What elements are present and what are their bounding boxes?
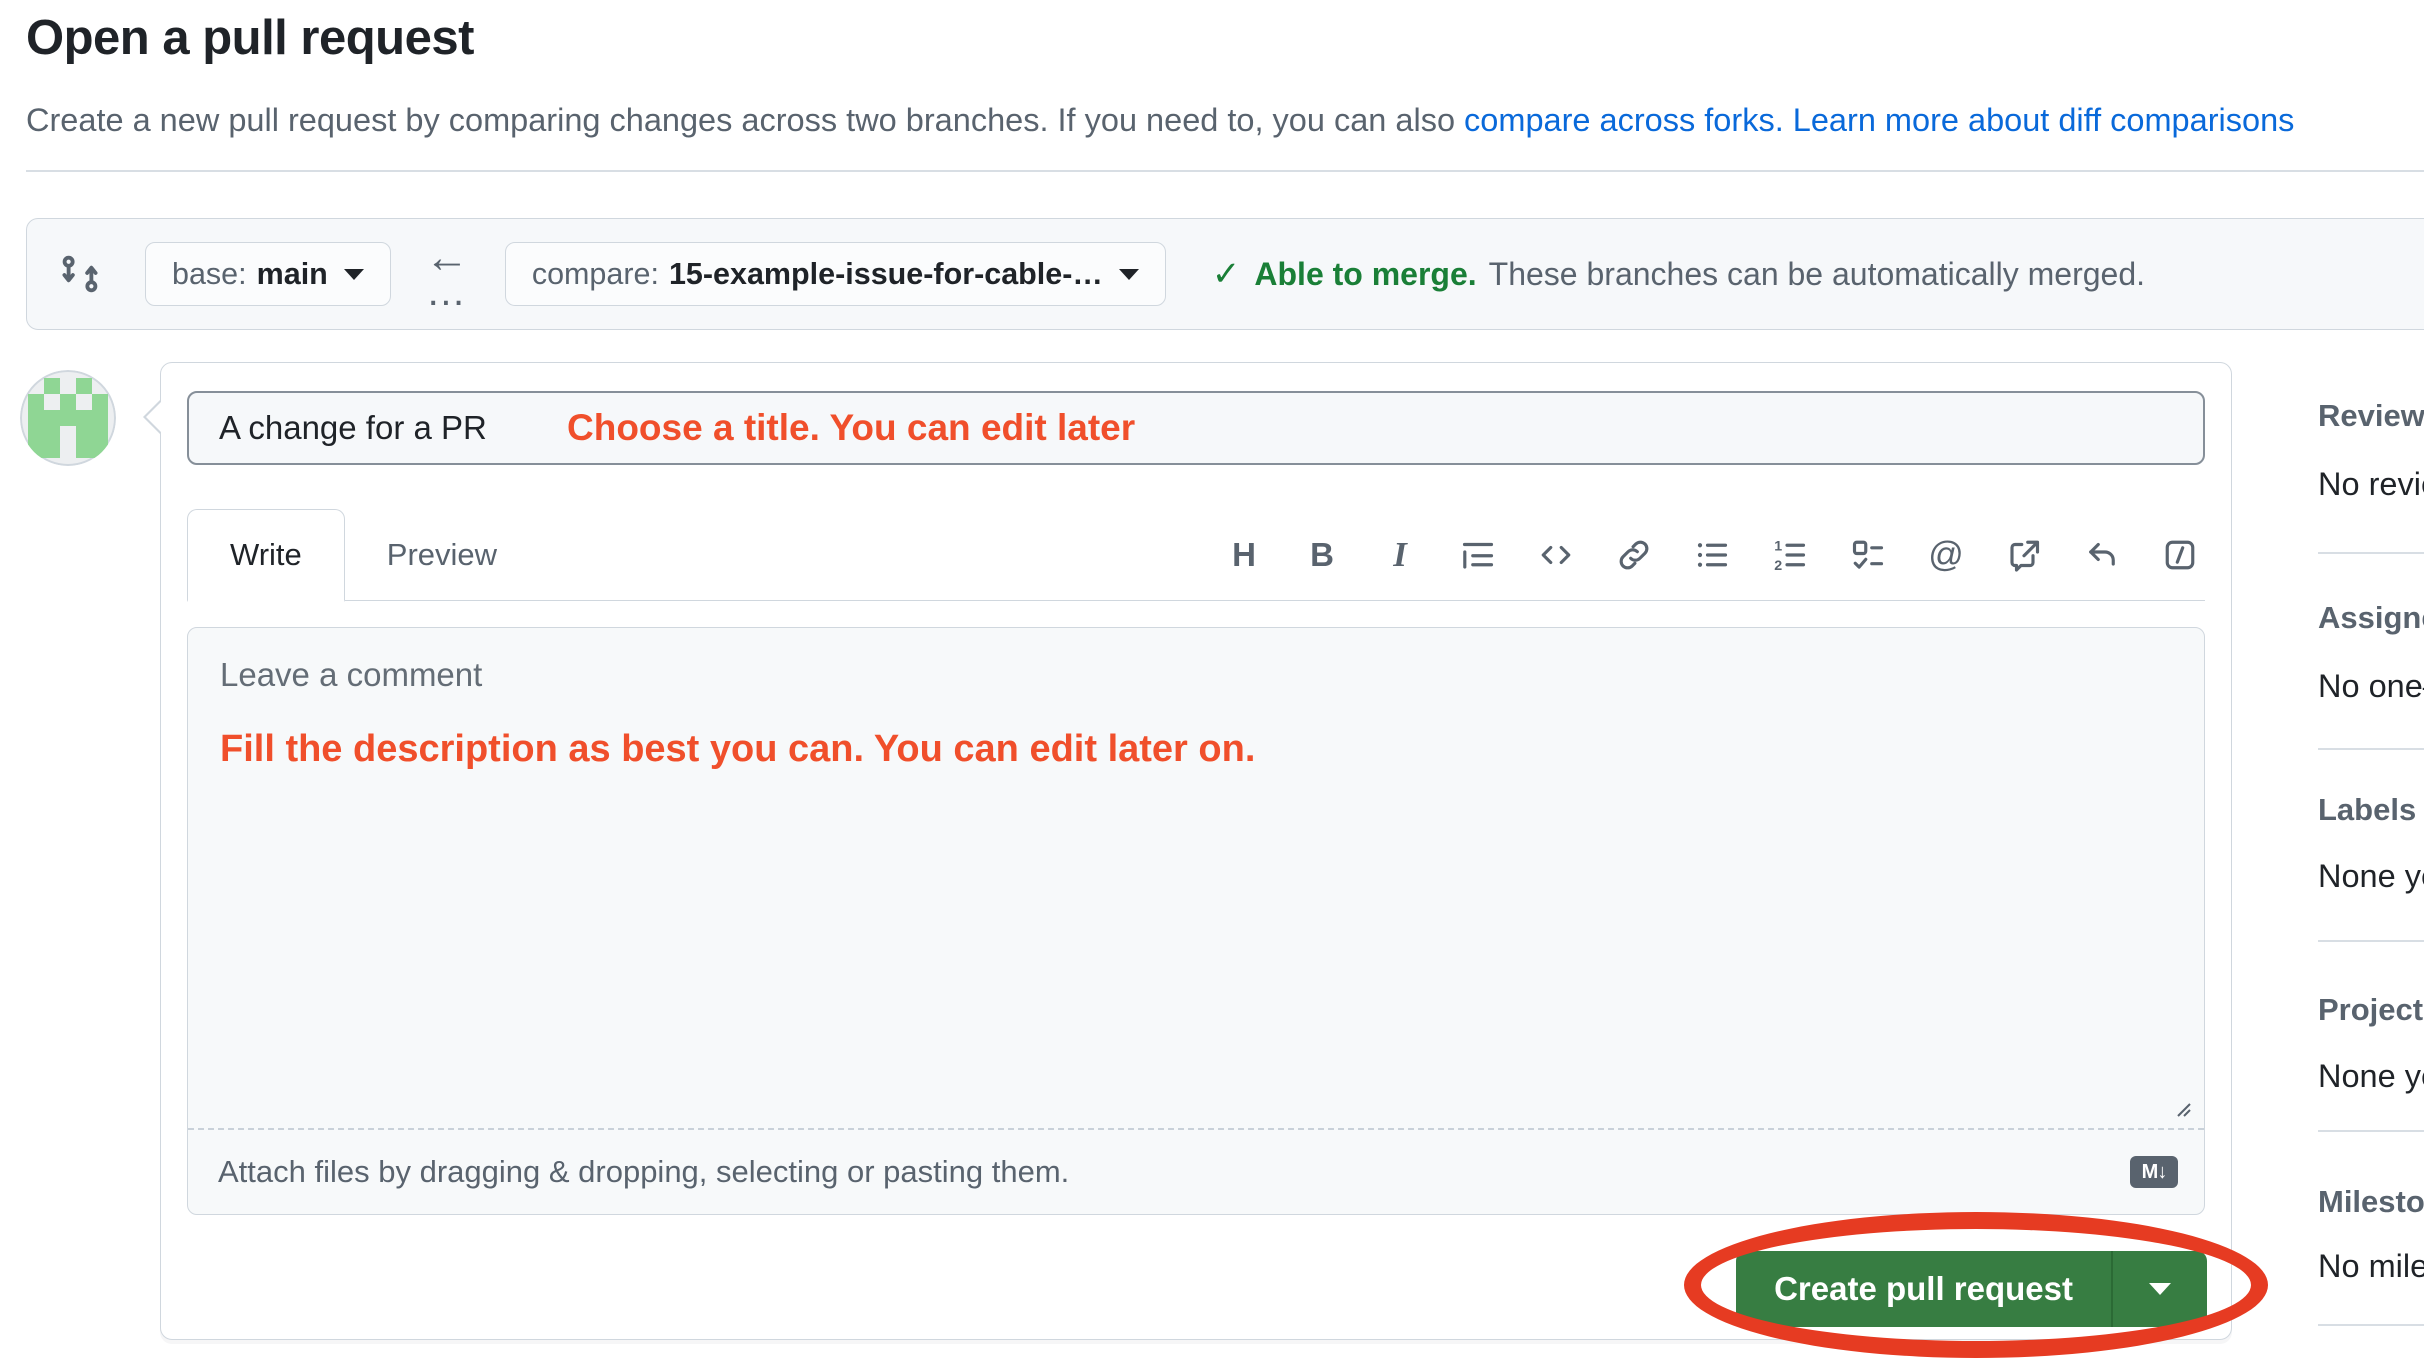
title-tutorial-annotation: Choose a title. You can edit later xyxy=(567,393,1135,463)
identicon-image xyxy=(20,370,116,466)
link-icon[interactable] xyxy=(1615,532,1653,578)
unordered-list-icon[interactable] xyxy=(1693,532,1731,578)
ellipsis-icon: … xyxy=(425,272,469,312)
markdown-toolbar: H B I 12 xyxy=(1225,509,2205,600)
sidebar-section-milestone[interactable]: Milestone xyxy=(2318,1184,2424,1220)
git-compare-icon xyxy=(59,253,101,295)
base-branch-label: base: xyxy=(172,257,247,292)
sidebar-value-milestone: No milestone xyxy=(2318,1248,2424,1285)
sidebar-value-labels: None yet xyxy=(2318,858,2424,895)
editor-tab-header: Write Preview H B I 12 xyxy=(187,509,2205,601)
compare-across-forks-link[interactable]: compare across forks. xyxy=(1464,102,1784,138)
sidebar-divider xyxy=(2318,552,2424,554)
tab-preview[interactable]: Preview xyxy=(345,509,539,600)
sidebar-section-assignees[interactable]: Assignees xyxy=(2318,600,2424,636)
sidebar-section-labels[interactable]: Labels xyxy=(2318,792,2416,828)
merge-status-title: Able to merge. xyxy=(1254,256,1476,293)
comment-editor: Leave a comment Fill the description as … xyxy=(187,627,2205,1215)
base-branch-value: main xyxy=(257,257,328,292)
tab-write[interactable]: Write xyxy=(187,509,345,602)
subtitle-text: Create a new pull request by comparing c… xyxy=(26,102,1464,138)
create-options-dropdown[interactable] xyxy=(2113,1251,2207,1327)
create-pull-request-button[interactable]: Create pull request xyxy=(1736,1251,2111,1327)
heading-icon[interactable]: H xyxy=(1225,532,1263,578)
chevron-down-icon xyxy=(1119,269,1139,280)
sidebar-section-projects[interactable]: Projects xyxy=(2318,992,2424,1028)
svg-text:2: 2 xyxy=(1774,558,1782,573)
markdown-supported-icon[interactable]: M↓ xyxy=(2130,1156,2178,1188)
open-pull-request-page: Open a pull request Create a new pull re… xyxy=(0,0,2424,1368)
comment-placeholder: Leave a comment xyxy=(220,656,482,694)
sidebar-divider xyxy=(2318,1324,2424,1326)
reply-icon[interactable] xyxy=(2083,532,2121,578)
compare-branch-label: compare: xyxy=(532,257,659,292)
page-subtitle: Create a new pull request by comparing c… xyxy=(26,102,2294,139)
compare-branch-selector[interactable]: compare: 15-example-issue-for-cable-… xyxy=(505,242,1166,306)
compare-branch-value: 15-example-issue-for-cable-… xyxy=(669,257,1103,292)
comment-textarea[interactable]: Leave a comment Fill the description as … xyxy=(188,628,2204,1128)
sidebar-divider xyxy=(2318,748,2424,750)
resize-handle[interactable] xyxy=(2170,1096,2194,1120)
cross-reference-icon[interactable] xyxy=(2005,532,2043,578)
base-branch-selector[interactable]: base: main xyxy=(145,242,391,306)
attach-files-dropzone[interactable]: Attach files by dragging & dropping, sel… xyxy=(188,1128,2204,1214)
avatar xyxy=(20,370,116,466)
check-icon: ✓ xyxy=(1212,254,1241,294)
pr-sidebar: Reviewers No reviews Assignees No one—as… xyxy=(2318,0,2424,1368)
branch-compare-bar: base: main ← … compare: 15-example-issue… xyxy=(26,218,2424,330)
sidebar-section-reviewers[interactable]: Reviewers xyxy=(2318,398,2424,434)
slash-command-icon[interactable] xyxy=(2161,532,2199,578)
bubble-caret xyxy=(146,401,162,433)
ordered-list-icon[interactable]: 12 xyxy=(1771,532,1809,578)
chevron-down-icon xyxy=(344,269,364,280)
merge-status-detail: These branches can be automatically merg… xyxy=(1489,256,2145,293)
header-divider xyxy=(26,170,2424,172)
pr-compose-card: A change for a PR Choose a title. You ca… xyxy=(160,362,2232,1340)
bold-icon[interactable]: B xyxy=(1303,532,1341,578)
code-icon[interactable] xyxy=(1537,532,1575,578)
sidebar-divider xyxy=(2318,1130,2424,1132)
chevron-down-icon xyxy=(2149,1283,2171,1295)
learn-more-diff-link[interactable]: Learn more about diff comparisons xyxy=(1793,102,2295,138)
branch-direction-indicator: ← … xyxy=(425,236,469,312)
merge-status: ✓ Able to merge. These branches can be a… xyxy=(1212,254,2145,294)
pr-title-input[interactable]: A change for a PR Choose a title. You ca… xyxy=(187,391,2205,465)
sidebar-divider xyxy=(2318,940,2424,942)
sidebar-value-reviewers: No reviews xyxy=(2318,466,2424,503)
form-actions: Create pull request xyxy=(1736,1251,2207,1327)
svg-text:1: 1 xyxy=(1774,538,1782,554)
mention-icon[interactable]: @ xyxy=(1927,532,1965,578)
tasklist-icon[interactable] xyxy=(1849,532,1887,578)
page-title: Open a pull request xyxy=(26,10,474,66)
create-pull-request-split-button: Create pull request xyxy=(1736,1251,2207,1327)
pr-title-value: A change for a PR xyxy=(219,409,487,447)
sidebar-value-projects: None yet xyxy=(2318,1058,2424,1095)
attach-files-hint: Attach files by dragging & dropping, sel… xyxy=(218,1154,1069,1190)
sidebar-value-assignees: No one—assign yourself xyxy=(2318,668,2424,705)
quote-icon[interactable] xyxy=(1459,532,1497,578)
italic-icon[interactable]: I xyxy=(1381,532,1419,578)
comment-tutorial-annotation: Fill the description as best you can. Yo… xyxy=(220,728,1255,771)
